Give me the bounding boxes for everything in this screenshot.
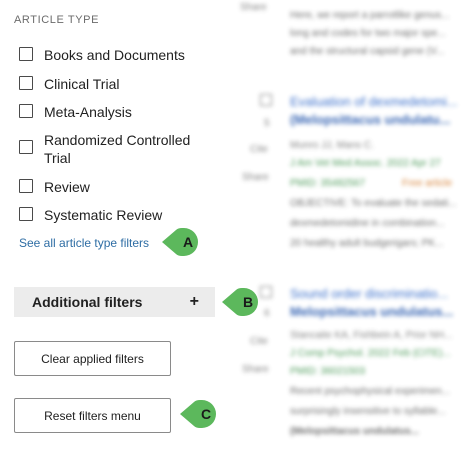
filter-option-rct[interactable]: Randomized Controlled Trial <box>19 131 204 167</box>
see-all-filters-link[interactable]: See all article type filters <box>19 236 149 250</box>
result-number: 6 <box>264 308 270 319</box>
filter-option-review[interactable]: Review <box>19 178 219 196</box>
filter-option-systematic-review[interactable]: Systematic Review <box>19 206 219 224</box>
filter-option-label: Systematic Review <box>44 207 163 223</box>
result-snippet: Recent psychophysical experimen... <box>290 386 451 397</box>
filter-option-label: Clinical Trial <box>44 76 120 92</box>
clinical-trial-checkbox[interactable] <box>19 76 33 90</box>
result-checkbox[interactable] <box>260 94 272 106</box>
filter-option-books-documents[interactable]: Books and Documents <box>19 46 219 64</box>
result-journal: J Am Vet Med Assoc. 2022 Apr 27 <box>290 158 441 169</box>
result-title[interactable]: Evaluation of dexmedetomi... <box>290 95 458 108</box>
filter-option-label: Randomized Controlled Trial <box>44 132 191 166</box>
result-snippet: Here, we report a parrotlike genus... <box>290 10 450 21</box>
review-checkbox[interactable] <box>19 179 33 193</box>
share-action[interactable]: Share <box>242 172 269 184</box>
result-number: 5 <box>264 118 270 129</box>
systematic-review-checkbox[interactable] <box>19 207 33 221</box>
callout-letter: A <box>182 234 194 250</box>
meta-analysis-checkbox[interactable] <box>19 104 33 118</box>
additional-filters-button[interactable]: Additional filters + <box>14 287 215 317</box>
cite-action[interactable]: Cite <box>250 144 268 156</box>
share-action[interactable]: Share <box>240 2 267 14</box>
filter-option-label: Meta-Analysis <box>44 104 132 120</box>
clear-filters-button[interactable]: Clear applied filters <box>14 341 171 376</box>
result-snippet: (Melopsittacus undulatus... <box>290 426 419 437</box>
filter-panel: ARTICLE TYPE Books and Documents Clinica… <box>0 0 232 452</box>
result-journal: J Comp Psychol. 2022 Feb (CITE)... <box>290 348 451 359</box>
filter-option-label: Review <box>44 179 90 195</box>
result-snippet: and the structural capsid gene (V... <box>290 46 445 57</box>
result-checkbox[interactable] <box>260 286 272 298</box>
rct-checkbox[interactable] <box>19 140 33 154</box>
free-article-badge: Free article <box>402 178 453 189</box>
callout-letter: C <box>200 406 212 422</box>
result-authors: Munro JJ, Mans C. <box>290 140 374 151</box>
filter-option-label: Books and Documents <box>44 47 185 63</box>
cite-action[interactable]: Cite <box>250 336 268 348</box>
search-results-blurred: Share Here, we report a parrotlike genus… <box>236 0 474 452</box>
result-title[interactable]: Sound order discriminatio... <box>290 287 448 300</box>
result-authors: Stancaite KA, Fishbein A, Prior NH... <box>290 330 453 341</box>
filter-option-clinical-trial[interactable]: Clinical Trial <box>19 75 219 93</box>
result-snippet: dexmedetomidine in combination... <box>290 218 445 229</box>
result-snippet: 20 healthy adult budgerigars; PK... <box>290 238 444 249</box>
callout-a: A <box>162 228 198 256</box>
share-action[interactable]: Share <box>242 364 269 376</box>
result-snippet: surprisingly insensitive to syllable... <box>290 406 446 417</box>
reset-filters-button[interactable]: Reset filters menu <box>14 398 171 433</box>
callout-c: C <box>180 400 216 428</box>
books-documents-checkbox[interactable] <box>19 47 33 61</box>
result-title[interactable]: (Melopsittacus undulatu... <box>290 113 450 126</box>
result-snippet: long and codes for two major spe... <box>290 28 446 39</box>
result-pmid: PMID: 35482567 <box>290 178 366 189</box>
result-title[interactable]: Melopsittacus undulatus... <box>290 305 453 318</box>
filter-option-meta-analysis[interactable]: Meta-Analysis <box>19 103 219 121</box>
additional-filters-label: Additional filters <box>32 294 143 310</box>
plus-icon: + <box>189 293 199 310</box>
result-snippet: OBJECTIVE: To evaluate the sedati... <box>290 198 457 209</box>
article-type-heading: ARTICLE TYPE <box>14 14 100 26</box>
result-pmid: PMID: 36021503 <box>290 366 366 377</box>
